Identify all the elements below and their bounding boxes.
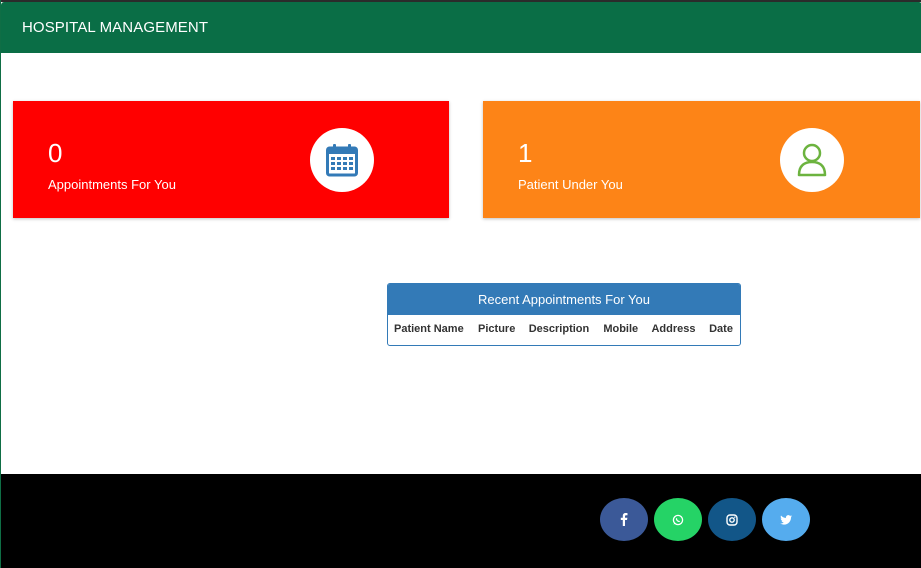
column-header: Description [528, 323, 590, 335]
navbar: HOSPITAL MANAGEMENT [1, 2, 921, 53]
appointments-caption: Appointments For You [48, 177, 176, 192]
patients-card[interactable]: 1 Patient Under You [483, 101, 920, 218]
appointments-table: Patient Name Picture Description Mobile … [388, 315, 740, 343]
facebook-icon[interactable] [600, 498, 648, 541]
panel-heading: Recent Appointments For You [388, 284, 740, 315]
appointments-count: 0 [48, 138, 63, 168]
calendar-icon [326, 144, 358, 177]
whatsapp-icon[interactable] [654, 498, 702, 541]
appointments-card[interactable]: 0 Appointments For You [13, 101, 449, 218]
table-header-row: Patient Name Picture Description Mobile … [388, 315, 740, 343]
patients-caption: Patient Under You [518, 177, 623, 192]
footer [1, 474, 921, 568]
twitter-icon[interactable] [762, 498, 810, 541]
user-icon [797, 143, 827, 177]
appointments-icon-circle [310, 128, 374, 192]
brand-link[interactable]: HOSPITAL MANAGEMENT [22, 19, 208, 36]
column-header: Picture [478, 323, 516, 335]
column-header: Date [709, 323, 733, 335]
instagram-icon[interactable] [708, 498, 756, 541]
patients-icon-circle [780, 128, 844, 192]
patients-count: 1 [518, 138, 533, 168]
recent-appointments-panel: Recent Appointments For You Patient Name… [387, 283, 741, 346]
column-header: Address [651, 323, 696, 335]
column-header: Mobile [603, 323, 639, 335]
column-header: Patient Name [394, 323, 464, 335]
